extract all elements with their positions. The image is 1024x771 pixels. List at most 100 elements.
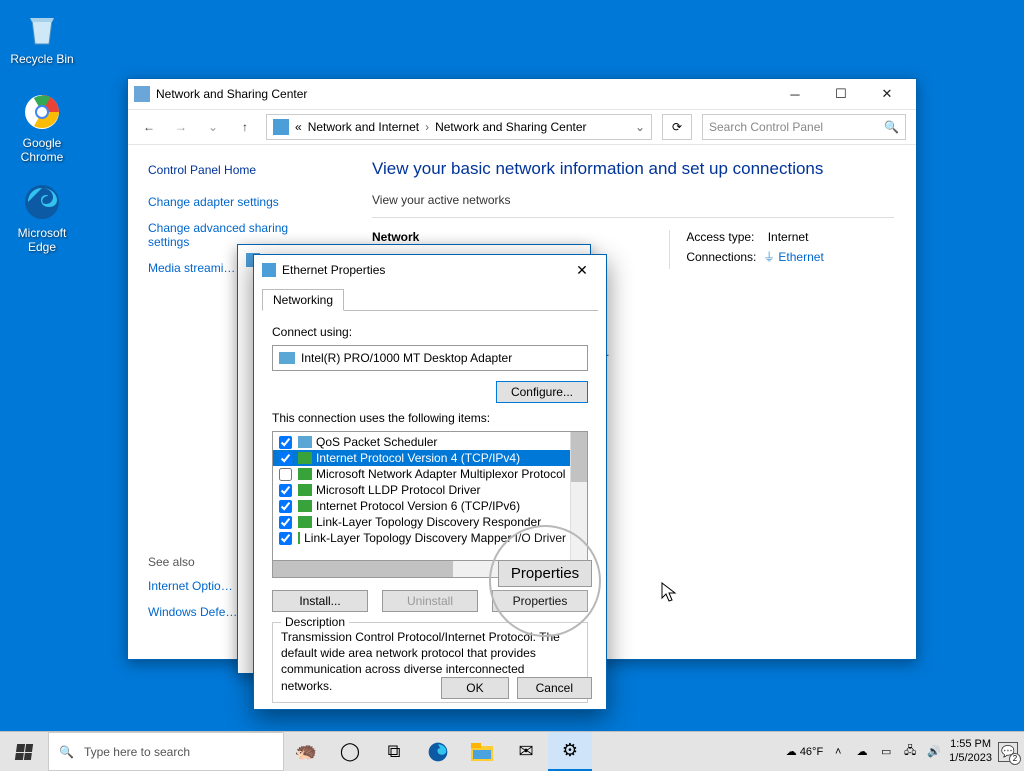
edge-taskbar-icon[interactable] <box>416 732 460 771</box>
taskbar-app-icon[interactable]: 🦔 <box>284 732 328 771</box>
cortana-icon[interactable]: ◯ <box>328 732 372 771</box>
connection-items-list[interactable]: QoS Packet SchedulerInternet Protocol Ve… <box>272 431 588 561</box>
cursor-icon <box>661 582 677 602</box>
search-control-panel-input[interactable]: Search Control Panel 🔍 <box>702 114 906 140</box>
search-placeholder: Search Control Panel <box>709 120 823 134</box>
breadcrumb-seg[interactable]: Network and Internet <box>308 120 419 134</box>
recycle-bin-icon <box>22 8 62 48</box>
protocol-icon <box>298 452 312 464</box>
start-button[interactable] <box>0 732 48 771</box>
uninstall-button: Uninstall <box>382 590 478 612</box>
ok-button[interactable]: OK <box>441 677 508 699</box>
connection-item[interactable]: Internet Protocol Version 4 (TCP/IPv4) <box>273 450 570 466</box>
item-label: Link-Layer Topology Discovery Mapper I/O… <box>304 531 566 545</box>
connection-link[interactable]: Ethernet <box>778 250 823 264</box>
properties-button[interactable]: Properties <box>492 590 588 612</box>
protocol-icon <box>298 516 312 528</box>
notification-badge: 2 <box>1009 753 1021 765</box>
time-text: 1:55 PM <box>949 738 992 751</box>
connection-item[interactable]: Microsoft LLDP Protocol Driver <box>273 482 570 498</box>
breadcrumb-dropdown-icon[interactable]: ⌄ <box>635 120 645 134</box>
item-checkbox[interactable] <box>279 532 292 545</box>
taskbar: 🔍 Type here to search 🦔 ◯ ⧉ ✉ ⚙ ☁ 46°F ˄… <box>0 731 1024 771</box>
item-checkbox[interactable] <box>279 484 292 497</box>
close-button[interactable]: ✕ <box>566 262 598 279</box>
connection-item[interactable]: Microsoft Network Adapter Multiplexor Pr… <box>273 466 570 482</box>
explorer-toolbar: ← → ⌄ ↑ « Network and Internet › Network… <box>128 109 916 145</box>
connections-label: Connections: <box>686 250 756 264</box>
desktop-icon-microsoft-edge[interactable]: Microsoft Edge <box>6 182 78 254</box>
nav-forward-button[interactable]: → <box>170 116 192 138</box>
task-view-icon[interactable]: ⧉ <box>372 732 416 771</box>
search-icon: 🔍 <box>884 120 899 134</box>
onedrive-icon[interactable]: ☁ <box>853 745 871 758</box>
cancel-button[interactable]: Cancel <box>517 677 592 699</box>
tray-chevron-up-icon[interactable]: ˄ <box>829 746 847 758</box>
weather-widget[interactable]: ☁ 46°F <box>786 745 823 758</box>
action-center-icon[interactable]: 💬2 <box>998 742 1018 762</box>
vertical-scrollbar[interactable] <box>570 432 587 560</box>
nav-up-button[interactable]: ↑ <box>234 116 256 138</box>
dialog-title: Ethernet Properties <box>282 263 385 277</box>
close-button[interactable]: ✕ <box>864 80 910 108</box>
adapter-field[interactable]: Intel(R) PRO/1000 MT Desktop Adapter <box>272 345 588 371</box>
ethernet-properties-dialog: Ethernet Properties ✕ Networking Connect… <box>253 254 607 710</box>
edge-icon <box>22 182 62 222</box>
nav-recent-dropdown[interactable]: ⌄ <box>202 116 224 138</box>
item-checkbox[interactable] <box>279 500 292 513</box>
horizontal-scrollbar[interactable] <box>272 561 588 578</box>
nav-back-button[interactable]: ← <box>138 116 160 138</box>
connection-item[interactable]: Link-Layer Topology Discovery Mapper I/O… <box>273 530 570 546</box>
volume-icon[interactable]: 🔊 <box>925 745 943 758</box>
protocol-icon <box>298 436 312 448</box>
file-explorer-icon[interactable] <box>460 732 504 771</box>
connection-item[interactable]: Link-Layer Topology Discovery Responder <box>273 514 570 530</box>
desktop-icon-label: Google Chrome <box>6 136 78 164</box>
network-tray-icon[interactable]: 🖧 <box>901 742 919 761</box>
chevron-right-icon: › <box>425 120 429 134</box>
tab-strip: Networking <box>262 287 598 311</box>
battery-icon[interactable]: ▭ <box>877 745 895 758</box>
item-label: QoS Packet Scheduler <box>316 435 437 449</box>
control-panel-taskbar-icon[interactable]: ⚙ <box>548 732 592 771</box>
connection-item[interactable]: QoS Packet Scheduler <box>273 434 570 450</box>
item-label: Microsoft Network Adapter Multiplexor Pr… <box>316 467 565 481</box>
mail-icon[interactable]: ✉ <box>504 732 548 771</box>
network-center-icon <box>134 86 150 102</box>
taskbar-search-input[interactable]: 🔍 Type here to search <box>48 732 284 771</box>
network-name: Network <box>372 230 419 244</box>
breadcrumb-prefix: « <box>295 120 302 134</box>
item-checkbox[interactable] <box>279 468 292 481</box>
item-checkbox[interactable] <box>279 516 292 529</box>
ethernet-icon: ⏚ <box>763 250 775 264</box>
install-button[interactable]: Install... <box>272 590 368 612</box>
control-panel-home-link[interactable]: Control Panel Home <box>148 163 330 177</box>
item-checkbox[interactable] <box>279 452 292 465</box>
connection-item[interactable]: Internet Protocol Version 6 (TCP/IPv6) <box>273 498 570 514</box>
sidebar-link-change-adapter[interactable]: Change adapter settings <box>148 195 330 209</box>
protocol-icon <box>298 468 312 480</box>
clock[interactable]: 1:55 PM 1/5/2023 <box>949 738 992 764</box>
adapter-icon <box>279 352 295 364</box>
configure-button[interactable]: Configure... <box>496 381 588 403</box>
breadcrumb-seg[interactable]: Network and Sharing Center <box>435 120 586 134</box>
date-text: 1/5/2023 <box>949 752 992 765</box>
maximize-button[interactable]: ☐ <box>818 80 864 108</box>
windows-logo-icon <box>15 744 33 760</box>
dialog-titlebar[interactable]: Ethernet Properties ✕ <box>254 255 606 285</box>
minimize-button[interactable]: ─ <box>772 80 818 108</box>
chrome-icon <box>22 92 62 132</box>
system-tray: ☁ 46°F ˄ ☁ ▭ 🖧 🔊 1:55 PM 1/5/2023 💬2 <box>786 732 1024 771</box>
tab-networking[interactable]: Networking <box>262 289 344 311</box>
refresh-button[interactable]: ⟳ <box>662 114 692 140</box>
desktop-icon-label: Recycle Bin <box>6 52 78 66</box>
breadcrumb-bar[interactable]: « Network and Internet › Network and Sha… <box>266 114 652 140</box>
active-networks-label: View your active networks <box>372 193 894 207</box>
item-checkbox[interactable] <box>279 436 292 449</box>
page-heading: View your basic network information and … <box>372 159 894 179</box>
desktop-icon-recycle-bin[interactable]: Recycle Bin <box>6 8 78 66</box>
item-label: Microsoft LLDP Protocol Driver <box>316 483 481 497</box>
access-type-value: Internet <box>768 230 809 244</box>
desktop-icon-google-chrome[interactable]: Google Chrome <box>6 92 78 164</box>
window-titlebar[interactable]: Network and Sharing Center ─ ☐ ✕ <box>128 79 916 109</box>
